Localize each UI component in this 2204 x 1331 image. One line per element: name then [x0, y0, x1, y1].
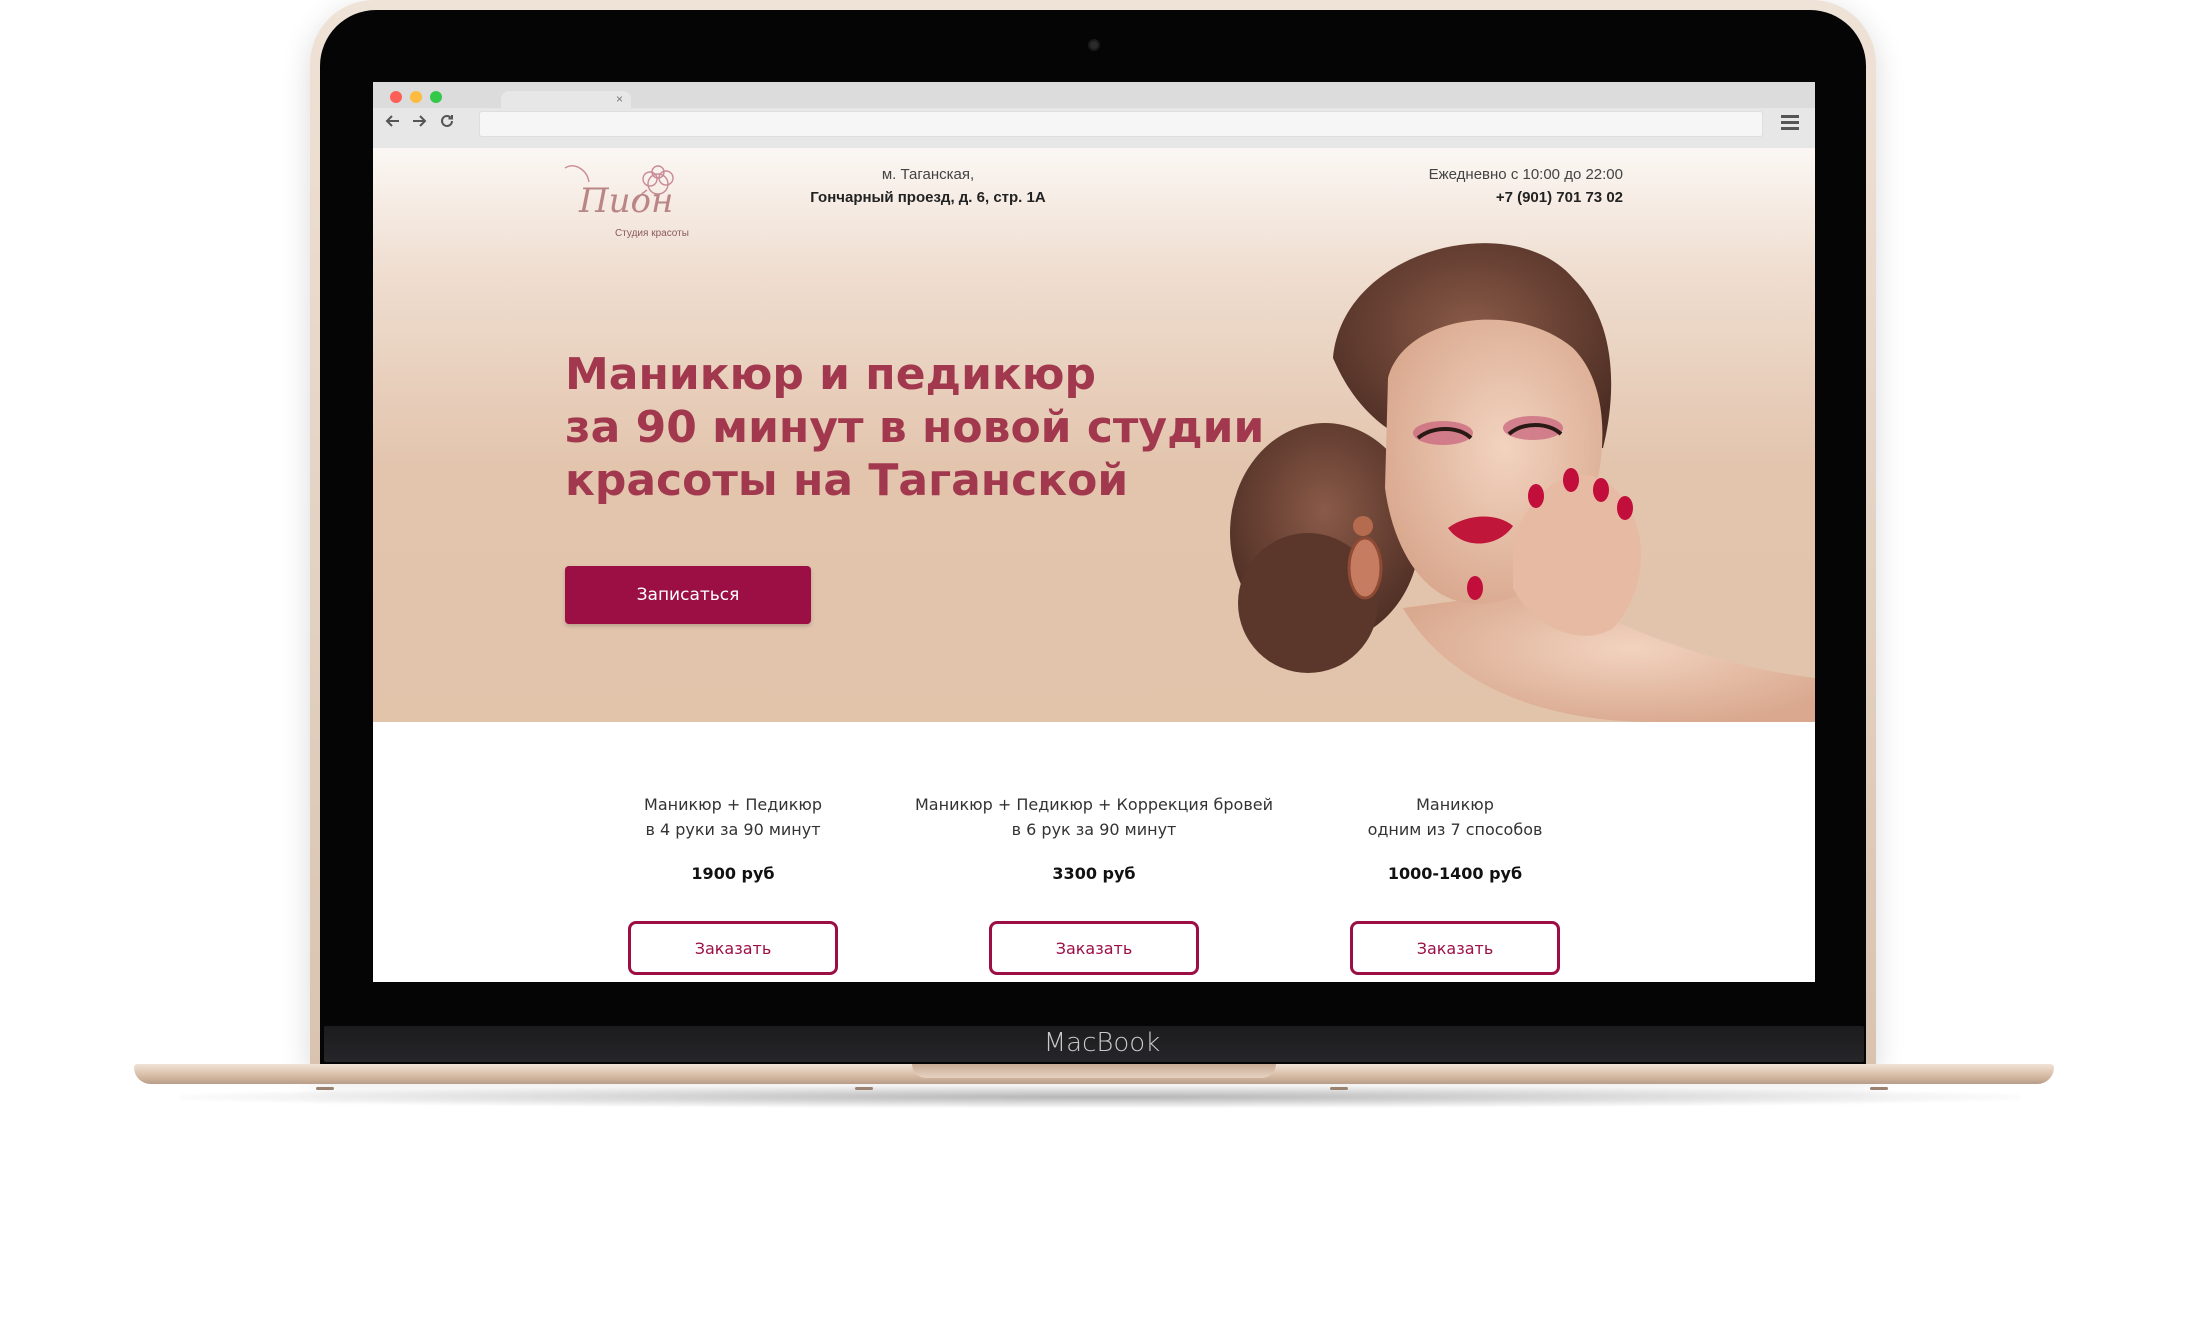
back-arrow-icon[interactable]	[385, 113, 401, 132]
headline-line: за 90 минут в новой студии	[565, 402, 1265, 453]
contact-block: Ежедневно с 10:00 до 22:00 +7 (901) 701 …	[1393, 166, 1623, 206]
browser-tab[interactable]: ×	[501, 91, 631, 108]
metro-station: м. Таганская,	[881, 166, 975, 183]
tab-bar: ×	[373, 82, 1815, 108]
order-button[interactable]: Заказать	[628, 921, 838, 975]
hero-headline: Маникюр и педикюр за 90 минут в новой ст…	[565, 348, 1285, 507]
service-title: Маникюр + Педикюр + Коррекция бровей	[915, 795, 1273, 814]
screen: × Пион Студия красоты м. Таганская, Гонч…	[373, 82, 1815, 982]
laptop-shadow	[180, 1086, 2020, 1108]
logo-subtitle: Студия красоты	[615, 228, 689, 239]
service-price: 3300 руб	[1052, 864, 1136, 883]
peony-logo-icon: Пион Студия красоты	[564, 165, 689, 239]
order-button[interactable]: Заказать	[1350, 921, 1560, 975]
hero-section: Пион Студия красоты м. Таганская, Гончар…	[373, 148, 1815, 722]
browser-chrome: ×	[373, 82, 1815, 148]
services-section: Маникюр + Педикюр в 4 руки за 90 минут 1…	[373, 722, 1815, 982]
base-foot	[316, 1087, 334, 1090]
book-appointment-button[interactable]: Записаться	[565, 566, 811, 624]
maximize-window-icon[interactable]	[430, 91, 442, 103]
logo[interactable]: Пион Студия красоты	[563, 162, 693, 244]
phone-number[interactable]: +7 (901) 701 73 02	[1393, 189, 1623, 206]
tab-close-icon[interactable]: ×	[616, 91, 623, 108]
headline-line: красоты на Таганской	[565, 455, 1129, 506]
service-price: 1900 руб	[691, 864, 775, 883]
base-foot	[1870, 1087, 1888, 1090]
base-foot	[1330, 1087, 1348, 1090]
reload-icon[interactable]	[439, 113, 455, 132]
address-block: м. Таганская, Гончарный проезд, д. 6, ст…	[768, 166, 1088, 206]
service-card: Маникюр + Педикюр + Коррекция бровей в 6…	[914, 792, 1274, 975]
forward-arrow-icon[interactable]	[411, 113, 427, 132]
model-portrait-image	[1230, 243, 1815, 722]
laptop-mockup: × Пион Студия красоты м. Таганская, Гонч…	[0, 0, 2204, 1331]
hamburger-menu-icon[interactable]	[1781, 115, 1799, 131]
service-card: Маникюр + Педикюр в 4 руки за 90 минут 1…	[553, 792, 913, 975]
service-subtitle: в 4 руки за 90 минут	[645, 820, 821, 839]
device-label: MacBook	[1043, 1028, 1161, 1058]
service-subtitle: одним из 7 способов	[1367, 820, 1543, 839]
address-bar[interactable]	[479, 111, 1763, 137]
laptop-notch	[912, 1064, 1276, 1078]
street-address: Гончарный проезд, д. 6, стр. 1А	[810, 189, 1046, 206]
service-subtitle: в 6 рук за 90 минут	[1011, 820, 1177, 839]
minimize-window-icon[interactable]	[410, 91, 422, 103]
service-title: Маникюр + Педикюр	[644, 795, 822, 814]
service-title: Маникюр	[1416, 795, 1494, 814]
close-window-icon[interactable]	[390, 91, 402, 103]
logo-wordmark: Пион	[578, 181, 673, 221]
camera-icon	[1088, 39, 1100, 51]
opening-hours: Ежедневно с 10:00 до 22:00	[1428, 166, 1623, 183]
order-button[interactable]: Заказать	[989, 921, 1199, 975]
service-card: Маникюр одним из 7 способов 1000-1400 ру…	[1275, 792, 1635, 975]
headline-line: Маникюр и педикюр	[565, 349, 1097, 400]
base-foot	[855, 1087, 873, 1090]
service-price: 1000-1400 руб	[1387, 864, 1523, 883]
